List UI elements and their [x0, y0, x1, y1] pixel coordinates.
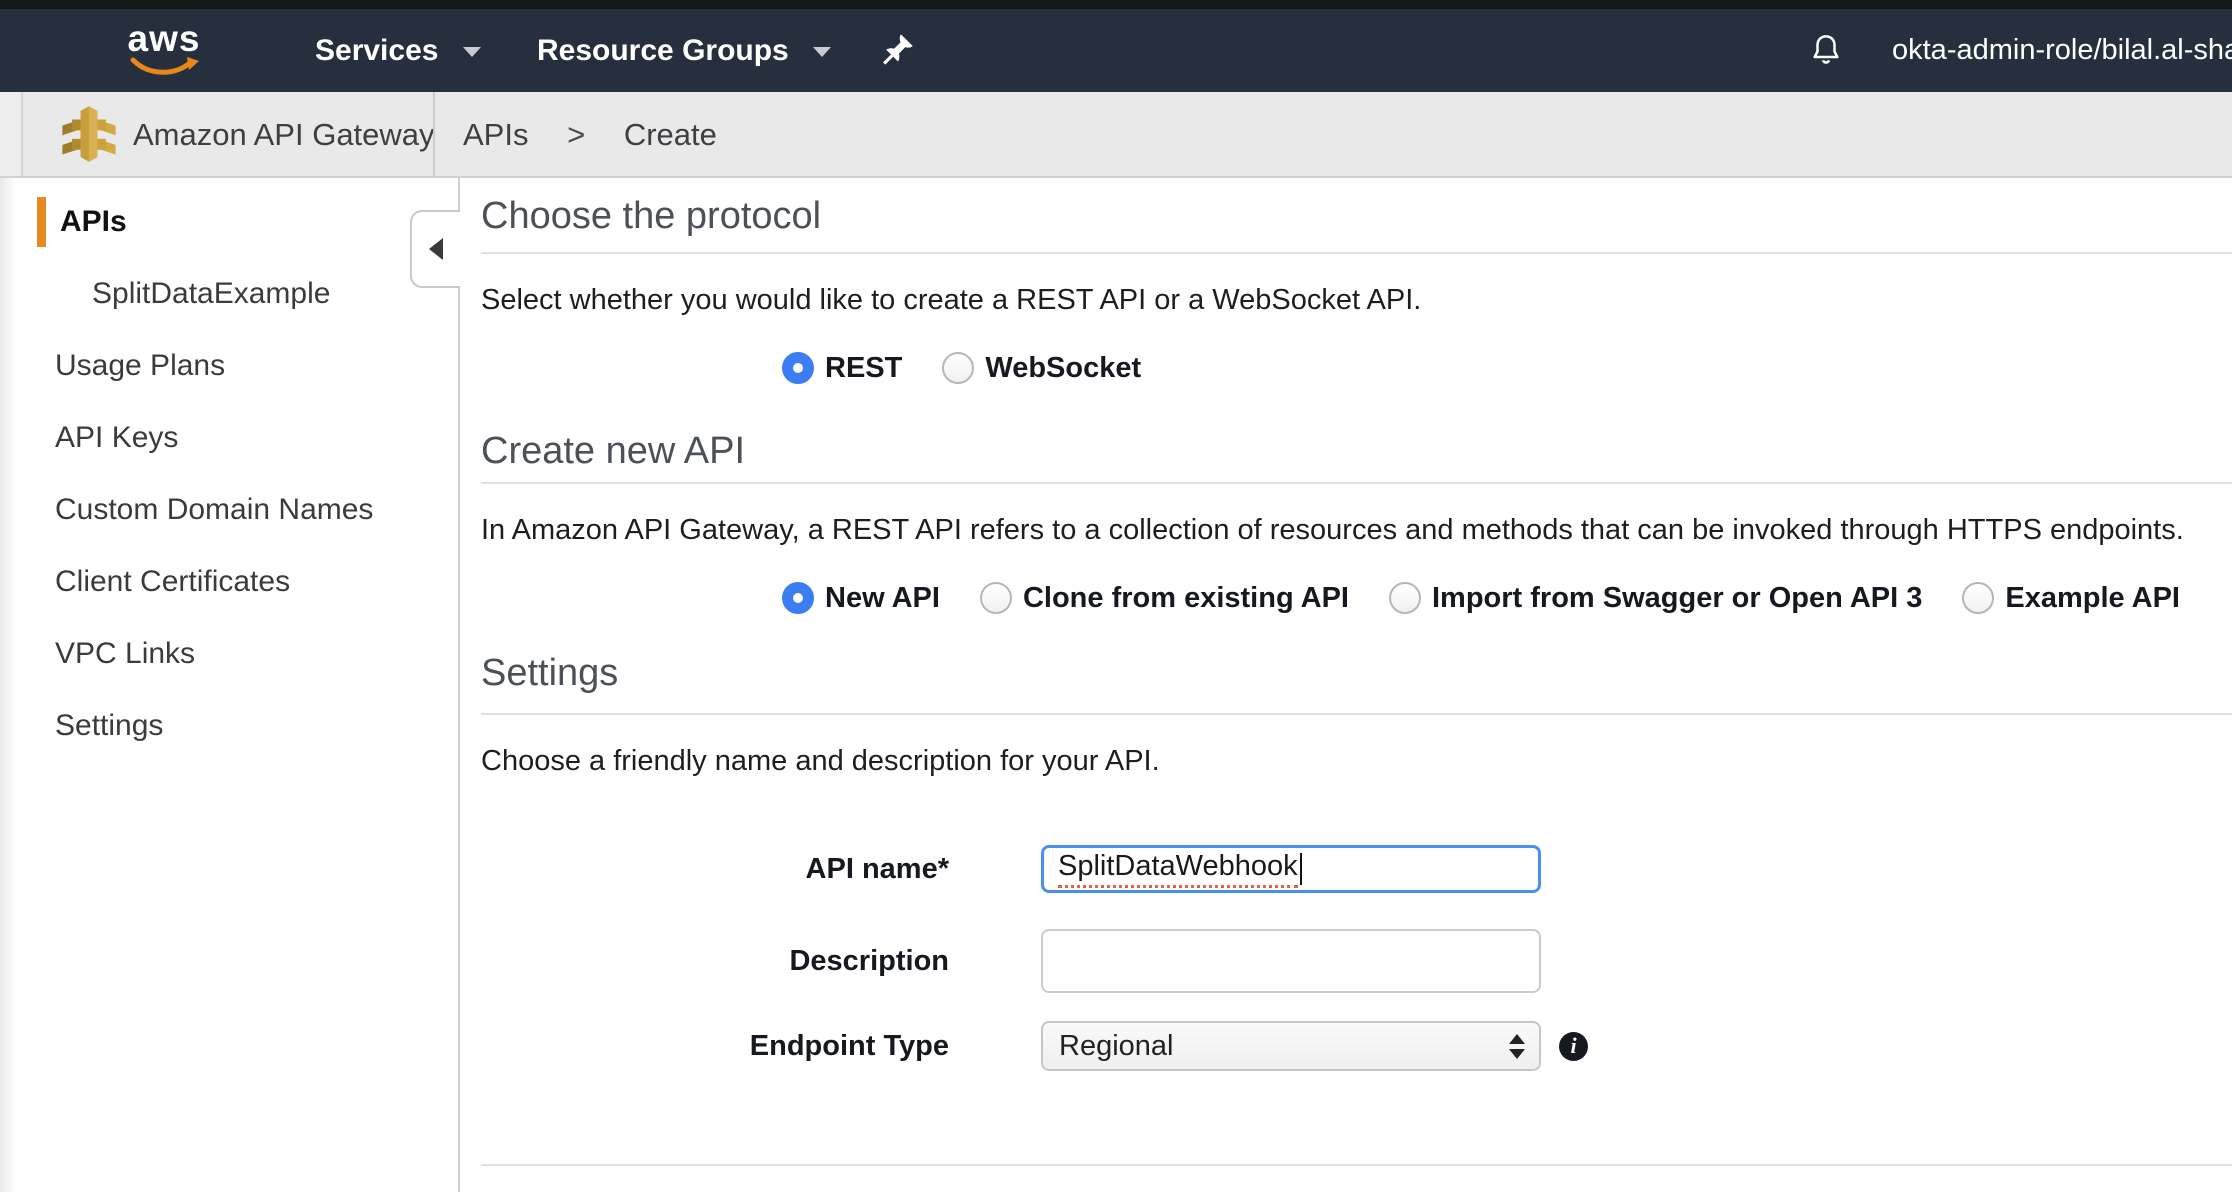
- protocol-radio-group: REST WebSocket: [782, 350, 2232, 386]
- nav-resource-groups-label: Resource Groups: [537, 34, 789, 67]
- api-name-input[interactable]: SplitDataWebhook: [1041, 845, 1541, 893]
- sidebar: APIs SplitDataExample Usage Plans API Ke…: [0, 178, 460, 1192]
- sidebar-item-client-certificates[interactable]: Client Certificates: [0, 546, 458, 618]
- protocol-section-title: Choose the protocol: [481, 193, 2232, 239]
- create-section-description: In Amazon API Gateway, a REST API refers…: [481, 512, 2232, 548]
- radio-import-swagger[interactable]: Import from Swagger or Open API 3: [1389, 582, 1922, 615]
- radio-import-swagger-label: Import from Swagger or Open API 3: [1432, 582, 1922, 615]
- breadcrumb-apis-link[interactable]: APIs: [463, 117, 528, 152]
- create-radio-group: New API Clone from existing API Import f…: [782, 580, 2232, 616]
- sidebar-item-usage-plans[interactable]: Usage Plans: [0, 330, 458, 402]
- sidebar-item-custom-domain-names[interactable]: Custom Domain Names: [0, 474, 458, 546]
- api-name-label: API name*: [481, 853, 949, 886]
- endpoint-info-icon[interactable]: i: [1559, 1032, 1588, 1061]
- settings-form: API name* SplitDataWebhook Description: [481, 845, 2232, 1071]
- radio-websocket[interactable]: WebSocket: [942, 352, 1141, 385]
- radio-new-api-circle: [782, 582, 814, 614]
- nav-services-menu[interactable]: Services: [315, 9, 481, 92]
- api-name-row: API name* SplitDataWebhook: [481, 845, 2232, 893]
- footer-divider: [481, 1164, 2232, 1166]
- radio-clone-api-label: Clone from existing API: [1023, 582, 1349, 615]
- service-header-bar: Amazon API Gateway APIs > Create: [0, 92, 2232, 178]
- api-name-value: SplitDataWebhook: [1058, 850, 1298, 888]
- radio-clone-api-circle: [980, 582, 1012, 614]
- sidebar-item-api-keys[interactable]: API Keys: [0, 402, 458, 474]
- top-navigation-bar: aws Services Resource Groups okta-admi: [0, 9, 2232, 92]
- aws-console-screen: aws Services Resource Groups okta-admi: [0, 0, 2232, 1194]
- section-divider: [481, 482, 2232, 484]
- radio-clone-api[interactable]: Clone from existing API: [980, 582, 1349, 615]
- create-section-title: Create new API: [481, 428, 2232, 474]
- main-content: Choose the protocol Select whether you w…: [460, 178, 2232, 1192]
- sidebar-item-vpc-links[interactable]: VPC Links: [0, 618, 458, 690]
- breadcrumb: APIs > Create: [463, 92, 717, 178]
- breadcrumb-separator: >: [567, 117, 585, 152]
- radio-import-swagger-circle: [1389, 582, 1421, 614]
- api-gateway-icon: [60, 105, 118, 168]
- settings-section-description: Choose a friendly name and description f…: [481, 743, 2232, 779]
- pin-icon[interactable]: [876, 31, 916, 71]
- sidebar-item-settings[interactable]: Settings: [0, 690, 458, 762]
- protocol-section-description: Select whether you would like to create …: [481, 282, 2232, 318]
- radio-rest-circle: [782, 352, 814, 384]
- header-divider: [433, 92, 435, 176]
- settings-section-title: Settings: [481, 650, 2232, 696]
- radio-example-api-circle: [1962, 582, 1994, 614]
- sidebar-collapse-button[interactable]: [410, 210, 460, 288]
- radio-websocket-circle: [942, 352, 974, 384]
- radio-rest-label: REST: [825, 352, 902, 385]
- endpoint-type-row: Endpoint Type Regional i: [481, 1021, 2232, 1071]
- description-label: Description: [481, 945, 949, 978]
- collapse-left-arrow-icon: [429, 238, 443, 260]
- browser-chrome-strip: [0, 0, 2232, 9]
- description-row: Description: [481, 929, 2232, 993]
- body-row: APIs SplitDataExample Usage Plans API Ke…: [0, 178, 2232, 1192]
- section-divider: [481, 713, 2232, 715]
- aws-logo[interactable]: aws: [118, 21, 210, 79]
- services-caret-down-icon: [463, 47, 481, 57]
- service-title[interactable]: Amazon API Gateway: [133, 92, 435, 178]
- sidebar-item-apis[interactable]: APIs: [0, 186, 458, 258]
- sidebar-list: APIs SplitDataExample Usage Plans API Ke…: [0, 178, 458, 762]
- section-divider: [481, 252, 2232, 254]
- aws-logo-text: aws: [118, 21, 210, 57]
- endpoint-type-value: Regional: [1059, 1030, 1173, 1063]
- radio-new-api-label: New API: [825, 582, 940, 615]
- radio-example-api-label: Example API: [2005, 582, 2180, 615]
- radio-example-api[interactable]: Example API: [1962, 582, 2180, 615]
- resource-groups-caret-down-icon: [813, 47, 831, 57]
- notifications-bell-icon[interactable]: [1806, 31, 1846, 71]
- user-role-menu[interactable]: okta-admin-role/bilal.al-sha: [1892, 9, 2232, 92]
- sidebar-item-splitdataexample[interactable]: SplitDataExample: [0, 258, 458, 330]
- nav-services-label: Services: [315, 34, 438, 67]
- radio-websocket-label: WebSocket: [985, 352, 1141, 385]
- breadcrumb-current: Create: [624, 117, 717, 152]
- description-input[interactable]: [1041, 929, 1541, 993]
- aws-smile-icon: [129, 57, 199, 79]
- text-cursor: [1300, 853, 1302, 885]
- radio-rest[interactable]: REST: [782, 352, 902, 385]
- select-stepper-icon: [1509, 1034, 1525, 1059]
- header-edge-cell: [0, 92, 23, 176]
- nav-resource-groups-menu[interactable]: Resource Groups: [537, 9, 831, 92]
- endpoint-type-select[interactable]: Regional: [1041, 1021, 1541, 1071]
- endpoint-type-label: Endpoint Type: [481, 1030, 949, 1063]
- radio-new-api[interactable]: New API: [782, 582, 940, 615]
